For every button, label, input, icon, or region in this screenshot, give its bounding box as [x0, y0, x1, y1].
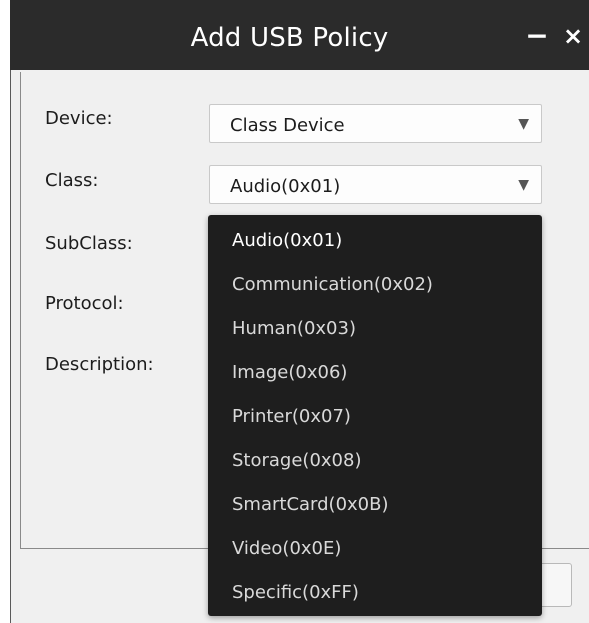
device-label: Device:: [45, 108, 113, 129]
class-option-specific[interactable]: Specific(0xFF): [208, 571, 542, 615]
device-select-value: Class Device: [230, 115, 345, 136]
title-bar: Add USB Policy − ×: [10, 0, 589, 70]
class-option-video[interactable]: Video(0x0E): [208, 527, 542, 571]
window-border: [10, 70, 11, 623]
chevron-down-icon: ▼: [518, 177, 529, 193]
protocol-label: Protocol:: [45, 293, 124, 314]
chevron-down-icon: ▼: [518, 116, 529, 132]
subclass-label: SubClass:: [45, 233, 133, 254]
device-select[interactable]: Class Device ▼: [209, 104, 542, 143]
class-option-printer[interactable]: Printer(0x07): [208, 395, 542, 439]
description-label: Description:: [45, 354, 154, 375]
dialog-title: Add USB Policy: [190, 23, 389, 53]
class-label: Class:: [45, 170, 99, 191]
class-option-human[interactable]: Human(0x03): [208, 307, 542, 351]
class-select-value: Audio(0x01): [230, 176, 341, 197]
add-usb-policy-dialog: Add USB Policy − × Device: Class Device …: [10, 0, 589, 623]
class-option-storage[interactable]: Storage(0x08): [208, 439, 542, 483]
close-button[interactable]: ×: [558, 14, 588, 54]
class-dropdown-list: Audio(0x01) Communication(0x02) Human(0x…: [208, 215, 542, 616]
class-option-audio[interactable]: Audio(0x01): [208, 219, 542, 263]
class-option-communication[interactable]: Communication(0x02): [208, 263, 542, 307]
class-option-smartcard[interactable]: SmartCard(0x0B): [208, 483, 542, 527]
class-select[interactable]: Audio(0x01) ▼: [209, 165, 542, 204]
minimize-button[interactable]: −: [522, 14, 552, 54]
class-option-image[interactable]: Image(0x06): [208, 351, 542, 395]
